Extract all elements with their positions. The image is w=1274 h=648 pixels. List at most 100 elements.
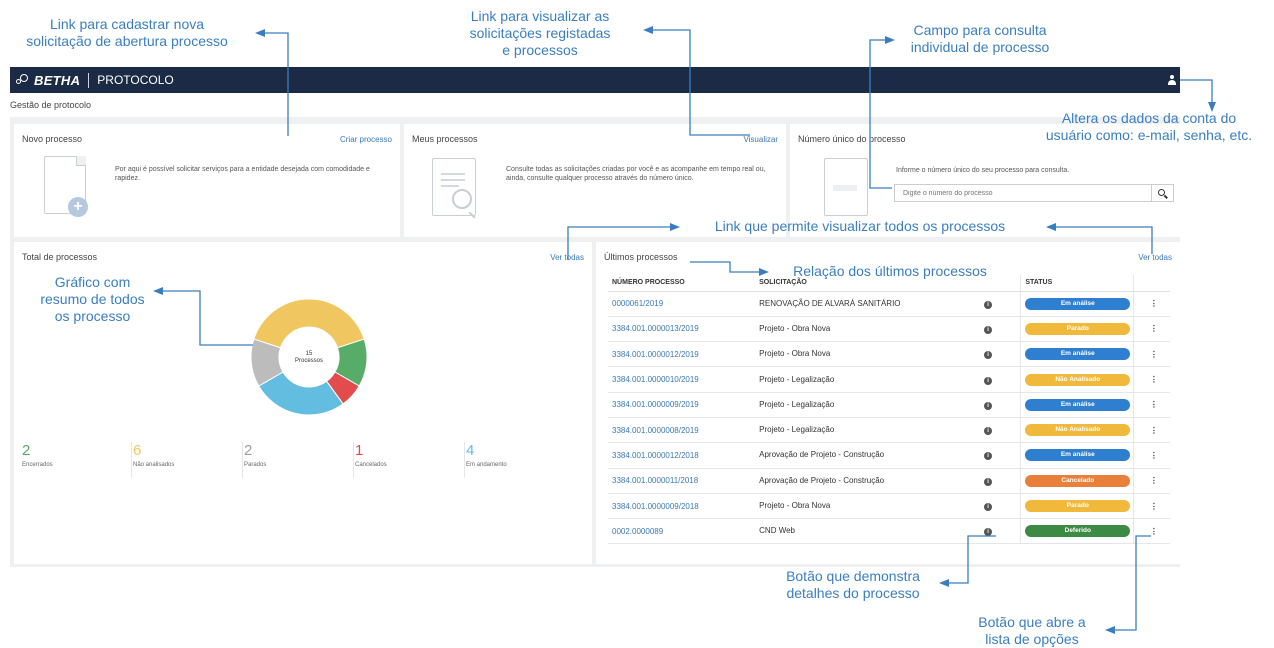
status-cell: Não Analisado: [1020, 366, 1134, 393]
info-icon[interactable]: i: [984, 325, 993, 334]
solicitacao-cell: RENOVAÇÃO DE ALVARÁ SANITÁRIO i: [755, 291, 1021, 317]
stat-label: Em andamento: [466, 462, 507, 468]
novo-processo-card: Novo processo Criar processo + Por aqui …: [14, 124, 400, 237]
solicitacao-text: Aprovação de Projeto - Construção: [759, 450, 885, 460]
processo-numero-link[interactable]: 3384.001.0000012/2018: [608, 442, 756, 469]
annotation-conta: Altera os dados da conta do usuário como…: [1045, 110, 1253, 143]
status-cell: Não Analisado: [1020, 417, 1134, 444]
solicitacao-text: Projeto - Legalização: [759, 374, 835, 384]
solicitacao-cell: Projeto - Obra Nova i: [755, 316, 1021, 343]
annotation-criar: Link para cadastrar nova solicitação de …: [26, 16, 228, 49]
table-row[interactable]: 3384.001.0000008/2019 Projeto - Legalizaç…: [608, 417, 1170, 444]
table-row[interactable]: 3384.001.0000013/2019 Projeto - Obra Nova…: [608, 316, 1170, 343]
ver-todas-total-link[interactable]: Ver todas: [550, 253, 584, 262]
status-badge: Parado: [1025, 500, 1131, 513]
info-icon[interactable]: i: [984, 351, 993, 360]
solicitacao-cell: Aprovação de Projeto - Construção i: [755, 442, 1021, 469]
info-icon[interactable]: i: [984, 528, 993, 537]
stat-number: 6: [133, 442, 142, 459]
col-numero: NÚMERO PROCESSO: [608, 275, 756, 292]
table-row[interactable]: 3384.001.0000012/2018 Aprovação de Projet…: [608, 442, 1170, 469]
table-row[interactable]: 0002.0000089 CND Web i Deferido ⋮: [608, 518, 1170, 545]
options-menu-icon[interactable]: ⋮: [1132, 417, 1170, 444]
status-cell: Parado: [1020, 316, 1134, 343]
ver-todas-ultimos-link[interactable]: Ver todas: [1138, 253, 1172, 262]
stat-item: 2 Encerrados: [22, 442, 132, 478]
options-menu-icon[interactable]: ⋮: [1132, 493, 1170, 520]
logo-separator: [88, 72, 90, 88]
processo-numero-link[interactable]: 3384.001.0000009/2019: [608, 392, 756, 418]
product-name: PROTOCOLO: [97, 73, 174, 87]
table-row[interactable]: 3384.001.0000009/2019 Projeto - Legalizaç…: [608, 392, 1170, 418]
table-row[interactable]: 3384.001.0000012/2019 Projeto - Obra Nova…: [608, 341, 1170, 368]
options-menu-icon[interactable]: ⋮: [1132, 468, 1170, 494]
table-row[interactable]: 3384.001.0000011/2018 Aprovação de Projet…: [608, 468, 1170, 494]
visualizar-link[interactable]: Visualizar: [743, 135, 778, 144]
criar-processo-link[interactable]: Criar processo: [340, 135, 392, 144]
info-icon[interactable]: i: [984, 300, 993, 309]
solicitacao-cell: Projeto - Legalização i: [755, 392, 1021, 418]
donut-svg: 15Processos: [250, 298, 368, 416]
stats-row: 2 Encerrados 6 Não analisados 2 Parados 1 Cance…: [22, 442, 582, 482]
magnifier-icon: [452, 189, 472, 209]
annotation-grafico: Gráfico com resumo de todos os processo: [40, 274, 145, 324]
status-badge: Não Analisado: [1025, 424, 1131, 437]
options-menu-icon[interactable]: ⋮: [1132, 366, 1170, 393]
card-title: Meus processos: [412, 134, 478, 144]
annotation-relacao: Relação dos últimos processos: [793, 263, 987, 279]
stat-label: Encerrados: [22, 462, 53, 468]
info-icon[interactable]: i: [984, 503, 993, 512]
solicitacao-text: Projeto - Obra Nova: [759, 349, 831, 359]
status-badge: Em análise: [1025, 449, 1131, 462]
options-menu-icon[interactable]: ⋮: [1132, 442, 1170, 469]
options-menu-icon[interactable]: ⋮: [1132, 291, 1170, 317]
table-row[interactable]: 3384.001.0000009/2018 Projeto - Obra Nova…: [608, 493, 1170, 520]
processo-numero-link[interactable]: 3384.001.0000013/2019: [608, 316, 756, 343]
table-row[interactable]: 3384.001.0000010/2019 Projeto - Legalizaç…: [608, 366, 1170, 393]
search-button[interactable]: [1151, 185, 1173, 201]
info-icon[interactable]: i: [984, 376, 993, 385]
annotation-visualizar: Link para visualizar as solicitações reg…: [469, 8, 611, 58]
info-icon[interactable]: i: [984, 427, 993, 436]
stat-item: 4 Em andamento: [466, 442, 576, 478]
info-icon[interactable]: i: [984, 452, 993, 461]
processo-numero-link[interactable]: 3384.001.0000009/2018: [608, 493, 756, 520]
card-description: Por aqui é possível solicitar serviços p…: [115, 166, 370, 182]
processo-numero-link[interactable]: 0002.0000089: [608, 518, 756, 545]
card-title: Número único do processo: [798, 134, 906, 144]
solicitacao-cell: Projeto - Obra Nova i: [755, 341, 1021, 368]
processo-numero-link[interactable]: 3384.001.0000010/2019: [608, 366, 756, 393]
logo-text: BETHA: [34, 72, 81, 88]
user-icon[interactable]: [1168, 75, 1176, 85]
solicitacao-text: Projeto - Obra Nova: [759, 323, 831, 333]
breadcrumb: Gestão de protocolo: [10, 100, 92, 110]
processo-numero-link[interactable]: 3384.001.0000012/2019: [608, 341, 756, 368]
info-icon[interactable]: i: [984, 477, 993, 486]
options-menu-icon[interactable]: ⋮: [1132, 341, 1170, 368]
processo-numero-link[interactable]: 3384.001.0000011/2018: [608, 468, 756, 494]
status-cell: Em análise: [1020, 341, 1134, 368]
stat-label: Cancelados: [355, 462, 387, 468]
betha-logo[interactable]: BETHA: [16, 73, 80, 88]
options-menu-icon[interactable]: ⋮: [1132, 518, 1170, 545]
status-cell: Deferido: [1020, 518, 1134, 545]
status-cell: Cancelado: [1020, 468, 1134, 494]
options-menu-icon[interactable]: ⋮: [1132, 392, 1170, 418]
card-title: Últimos processos: [604, 252, 678, 262]
options-menu-icon[interactable]: ⋮: [1132, 316, 1170, 343]
solicitacao-cell: Projeto - Legalização i: [755, 417, 1021, 444]
table-row[interactable]: 0000061/2019 RENOVAÇÃO DE ALVARÁ SANITÁRI…: [608, 291, 1170, 317]
processo-numero-link[interactable]: 0000061/2019: [608, 291, 756, 317]
solicitacao-cell: Aprovação de Projeto - Construção i: [755, 468, 1021, 494]
numero-processo-input[interactable]: [895, 185, 1151, 201]
card-title: Novo processo: [22, 134, 83, 144]
donut-center-label: Processos: [295, 358, 323, 364]
info-icon[interactable]: i: [984, 401, 993, 410]
donut-center-count: 15: [306, 351, 313, 357]
processo-numero-link[interactable]: 3384.001.0000008/2019: [608, 417, 756, 444]
stat-number: 2: [22, 442, 31, 459]
stat-number: 1: [355, 442, 364, 459]
donut-slice-0[interactable]: [253, 298, 365, 349]
col-status: STATUS: [1020, 275, 1134, 292]
annotation-opcoes: Botão que abre a lista de opções: [978, 614, 1086, 647]
